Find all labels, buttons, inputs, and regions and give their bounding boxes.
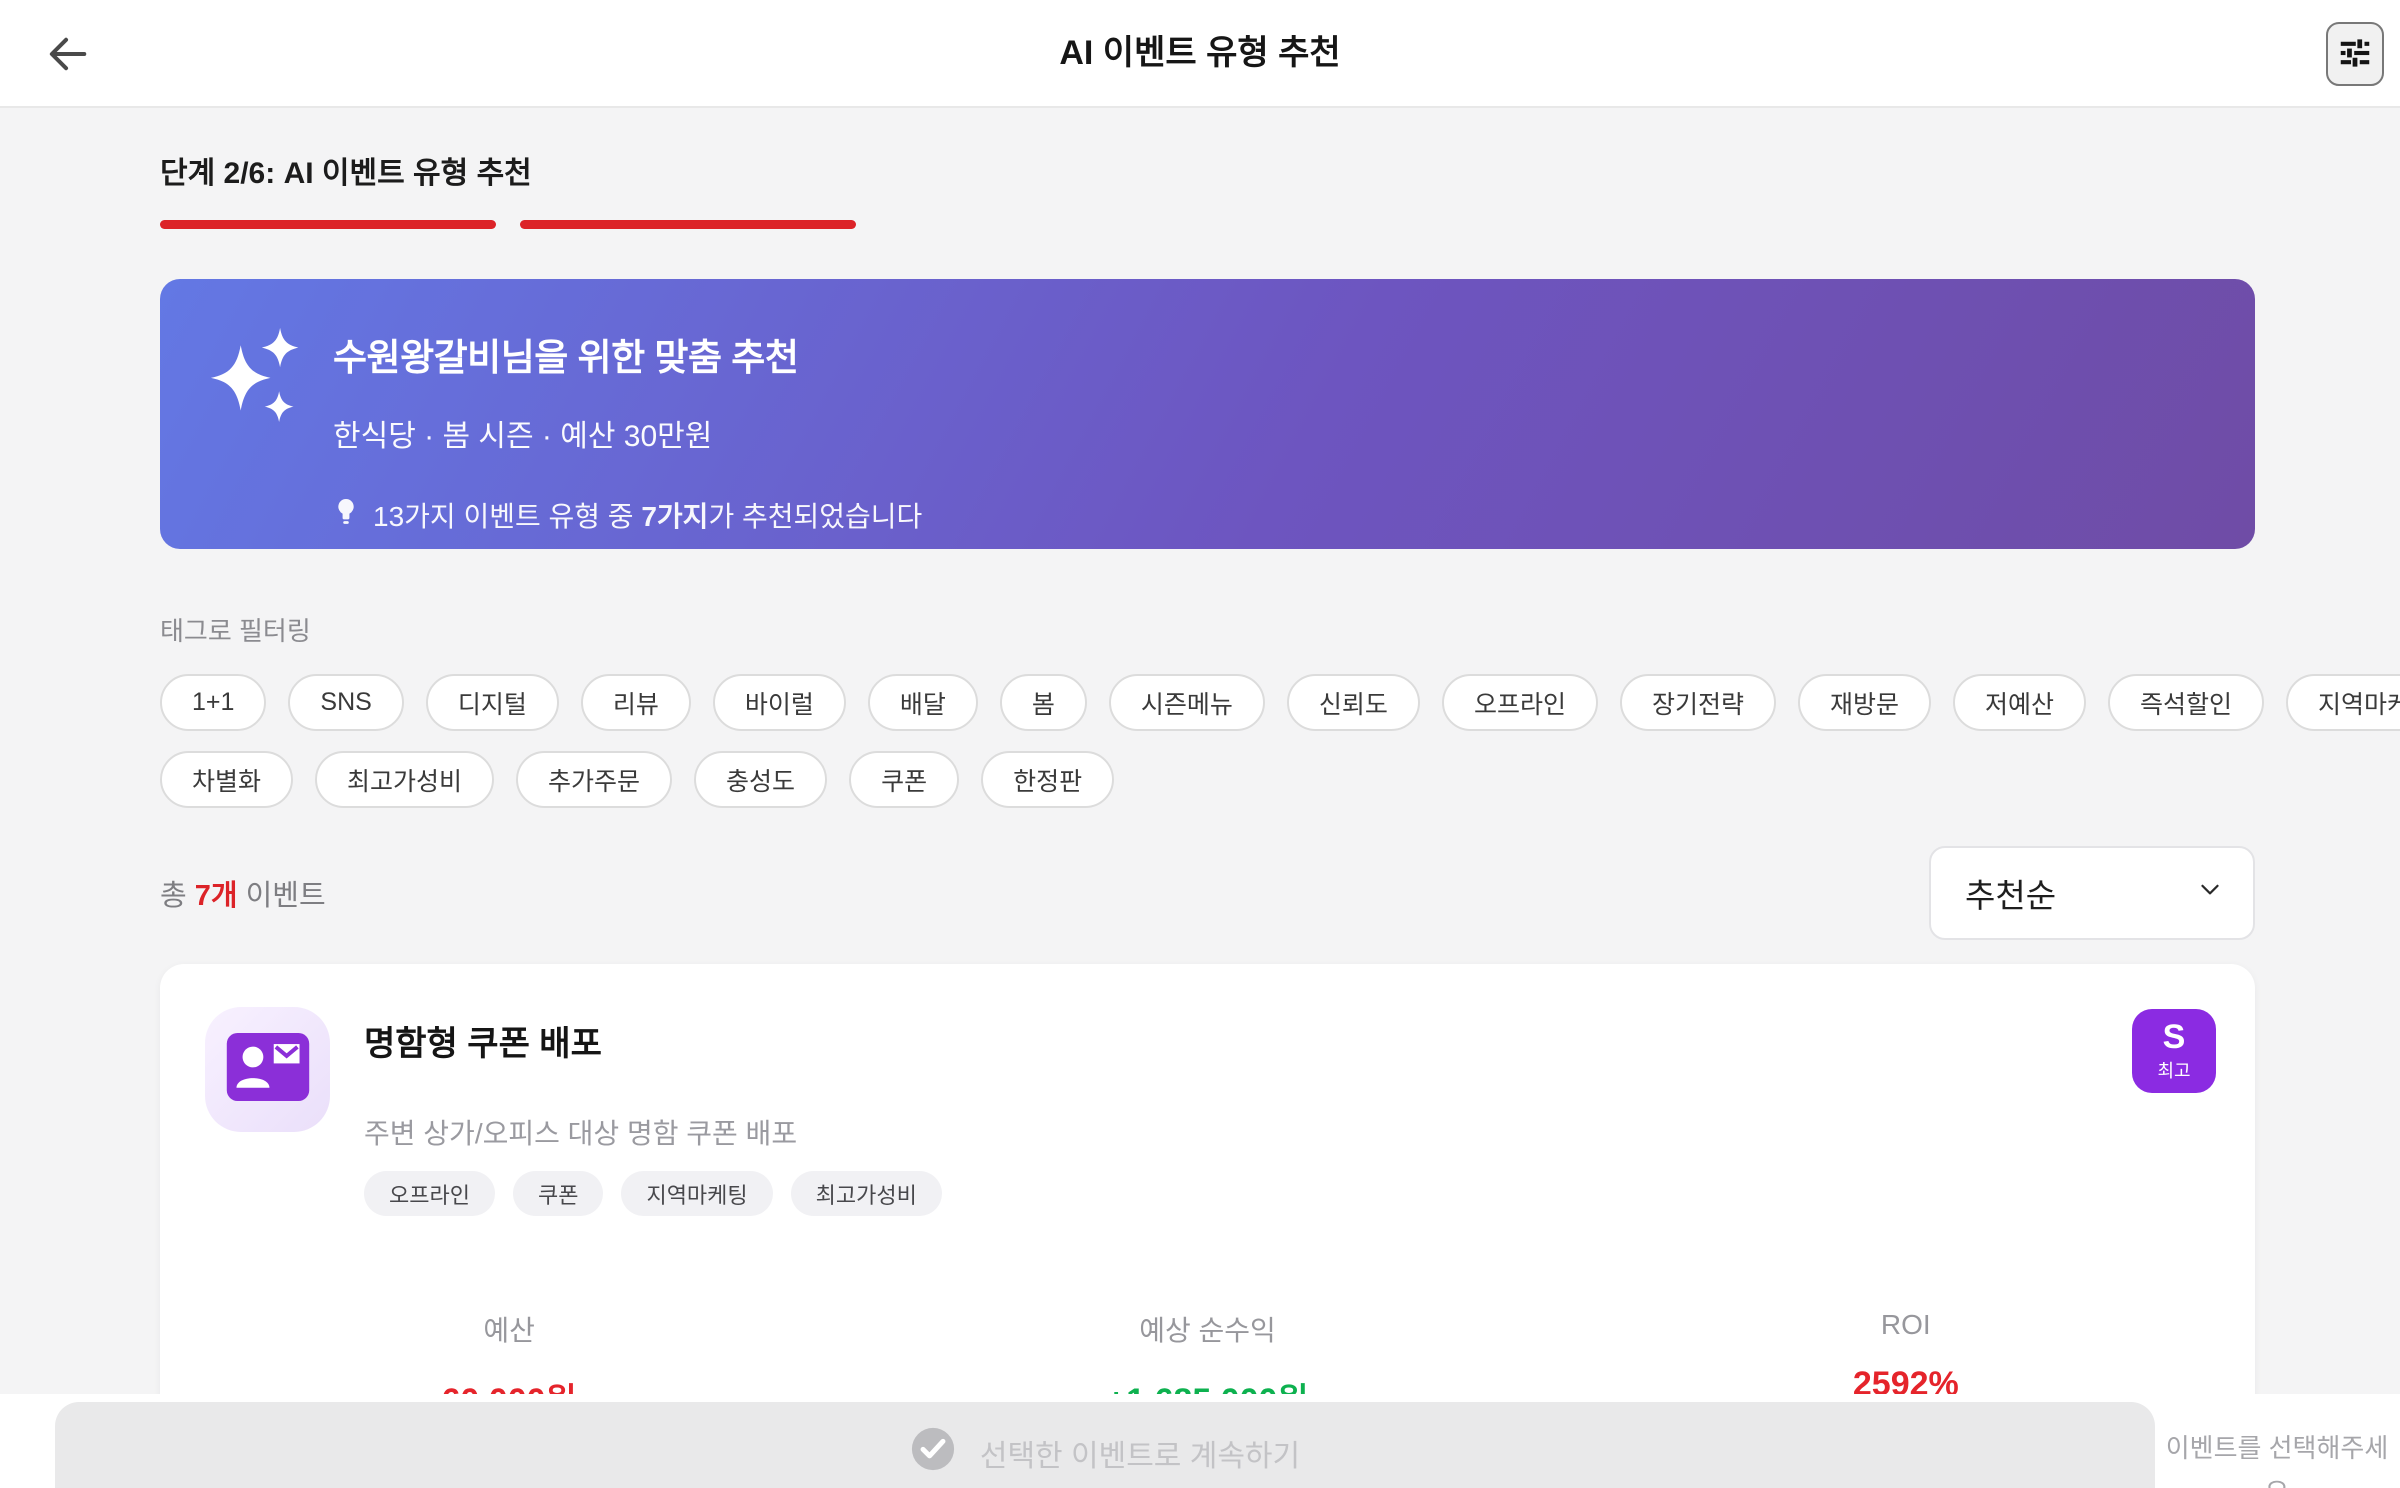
progress-bar — [160, 220, 2255, 229]
filter-tag[interactable]: 한정판 — [981, 751, 1115, 808]
tag-filter-row-1: 1+1 SNS 디지털 리뷰 바이럴 배달 봄 시즌메뉴 신뢰도 오프라인 장기… — [160, 674, 2400, 731]
filter-tag[interactable]: 차별화 — [160, 751, 294, 808]
check-circle-icon — [910, 1426, 956, 1480]
banner-subtitle: 한식당 · 봄 시즌 · 예산 30만원 — [333, 420, 713, 453]
filter-tag[interactable]: 저예산 — [1952, 674, 2086, 731]
grade-badge: S 최고 — [2132, 1009, 2216, 1093]
grade-letter: S — [2162, 1018, 2186, 1056]
event-tag: 쿠폰 — [512, 1171, 604, 1216]
bottom-bar: 선택한 이벤트로 계속하기 이벤트를 선택해주세요 — [0, 1394, 2400, 1488]
event-tag: 오프라인 — [364, 1171, 495, 1216]
back-button[interactable] — [42, 30, 92, 80]
filter-tag[interactable]: 재방문 — [1797, 674, 1931, 731]
tag-filter-label: 태그로 필터링 — [160, 616, 311, 646]
selection-hint: 이벤트를 선택해주세요 — [2165, 1433, 2389, 1488]
event-count: 총 7개 이벤트 — [160, 880, 326, 912]
continue-label: 선택한 이벤트로 계속하기 — [979, 1440, 1301, 1473]
continue-button-content: 선택한 이벤트로 계속하기 — [910, 1426, 1300, 1480]
list-header: 총 7개 이벤트 추천순 — [160, 846, 2255, 940]
filter-tag[interactable]: 리뷰 — [580, 674, 691, 731]
event-tags: 오프라인 쿠폰 지역마케팅 최고가성비 — [364, 1171, 942, 1216]
filter-sliders-icon — [2336, 33, 2374, 76]
filter-tag[interactable]: 봄 — [999, 674, 1087, 731]
event-icon-container — [205, 1007, 330, 1132]
filter-tag[interactable]: 충성도 — [694, 751, 828, 808]
grade-label: 최고 — [2157, 1061, 2191, 1081]
banner-info-text: 13가지 이벤트 유형 중 7가지가 추천되었습니다 — [373, 501, 923, 532]
filter-settings-button[interactable] — [2326, 22, 2384, 86]
filter-tag[interactable]: SNS — [288, 674, 404, 731]
filter-tag[interactable]: 오프라인 — [1441, 674, 1598, 731]
banner-info: 13가지 이벤트 유형 중 7가지가 추천되었습니다 — [333, 495, 922, 535]
progress-segment — [160, 220, 496, 229]
main-content: 단계 2/6: AI 이벤트 유형 추천 수원왕갈비님을 위한 맞춤 추천 한식… — [0, 148, 2400, 1484]
filter-tag[interactable]: 신뢰도 — [1286, 674, 1420, 731]
tag-filter-row-2: 차별화 최고가성비 추가주문 충성도 쿠폰 한정판 — [160, 751, 2255, 808]
progress-segment — [520, 220, 856, 229]
filter-tag[interactable]: 즉석할인 — [2108, 674, 2265, 731]
contact-card-mail-icon — [225, 1031, 311, 1108]
banner-body: 수원왕갈비님을 위한 맞춤 추천 한식당 · 봄 시즌 · 예산 30만원 13… — [333, 327, 922, 535]
back-arrow-icon — [44, 37, 90, 80]
filter-tag[interactable]: 1+1 — [160, 674, 267, 731]
step-label: 단계 2/6: AI 이벤트 유형 추천 — [160, 157, 532, 190]
sort-dropdown[interactable]: 추천순 — [1929, 846, 2255, 940]
continue-button[interactable]: 선택한 이벤트로 계속하기 — [55, 1402, 2155, 1488]
event-description: 주변 상가/오피스 대상 명함 쿠폰 배포 — [364, 1118, 798, 1149]
sparkles-icon — [210, 319, 306, 434]
filter-tag[interactable]: 지역마케팅 — [2286, 674, 2400, 731]
ai-recommendation-banner: 수원왕갈비님을 위한 맞춤 추천 한식당 · 봄 시즌 · 예산 30만원 13… — [160, 279, 2255, 549]
lightbulb-icon — [333, 496, 359, 535]
filter-tag[interactable]: 장기전략 — [1619, 674, 1776, 731]
page-title: AI 이벤트 유형 추천 — [1059, 34, 1341, 72]
sort-value: 추천순 — [1965, 877, 2057, 914]
chevron-down-icon — [2195, 874, 2225, 912]
filter-tag[interactable]: 최고가성비 — [315, 751, 495, 808]
header: AI 이벤트 유형 추천 — [0, 0, 2400, 108]
banner-title: 수원왕갈비님을 위한 맞춤 추천 — [333, 337, 799, 378]
filter-tag[interactable]: 시즌메뉴 — [1108, 674, 1265, 731]
filter-tag[interactable]: 추가주문 — [516, 751, 673, 808]
event-tag: 지역마케팅 — [621, 1171, 773, 1216]
filter-tag[interactable]: 디지털 — [425, 674, 559, 731]
filter-tag[interactable]: 배달 — [867, 674, 978, 731]
event-title: 명함형 쿠폰 배포 — [364, 1025, 602, 1063]
event-tag: 최고가성비 — [790, 1171, 942, 1216]
filter-tag[interactable]: 바이럴 — [712, 674, 846, 731]
filter-tag[interactable]: 쿠폰 — [849, 751, 960, 808]
